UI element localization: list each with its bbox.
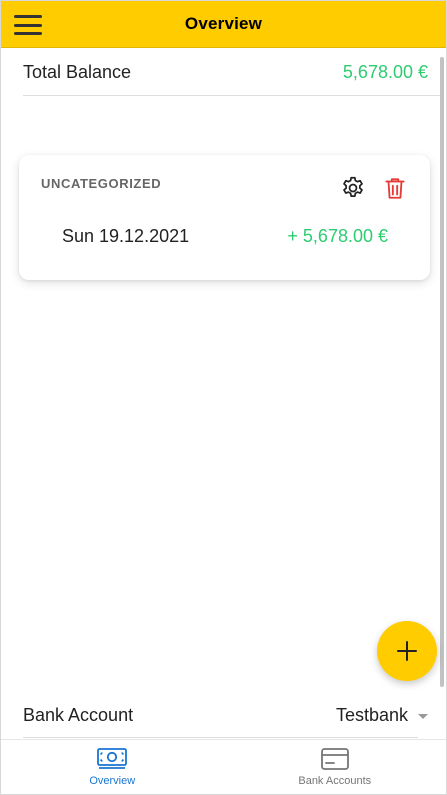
transaction-row[interactable]: Sun 19.12.2021 + 5,678.00 € bbox=[62, 226, 388, 247]
nav-label-bank-accounts: Bank Accounts bbox=[298, 775, 372, 787]
app-screen: Overview Total Balance 5,678.00 € UNCATE… bbox=[0, 0, 447, 795]
bank-account-row: Bank Account Testbank bbox=[23, 691, 428, 739]
total-balance-row: Total Balance 5,678.00 € bbox=[23, 50, 442, 96]
total-balance-value: 5,678.00 € bbox=[342, 62, 428, 82]
bank-account-value: Testbank bbox=[335, 704, 408, 725]
nav-item-bank-accounts[interactable]: Bank Accounts bbox=[224, 740, 447, 794]
nav-label-overview: Overview bbox=[89, 775, 136, 787]
bank-account-select[interactable]: Testbank bbox=[336, 705, 428, 726]
app-header: Overview bbox=[1, 1, 446, 48]
plus-icon bbox=[397, 641, 417, 661]
gear-icon[interactable] bbox=[340, 175, 366, 201]
credit-card-icon bbox=[320, 748, 349, 770]
category-title: UNCATEGORIZED bbox=[41, 176, 162, 191]
page-title: Overview bbox=[184, 14, 263, 33]
chevron-down-icon bbox=[418, 713, 428, 719]
card-actions bbox=[340, 175, 408, 201]
hamburger-menu-icon[interactable] bbox=[14, 15, 42, 35]
bank-account-label: Bank Account bbox=[23, 704, 134, 725]
nav-item-overview[interactable]: Overview bbox=[1, 740, 224, 794]
total-balance-label: Total Balance bbox=[23, 62, 132, 82]
bottom-navigation: Overview Bank Accounts bbox=[1, 739, 446, 794]
transaction-date: Sun 19.12.2021 bbox=[62, 226, 190, 246]
bank-account-underline bbox=[23, 737, 418, 738]
category-card: UNCATEGORIZED Sun 19.12.2021 + 5,678.00 … bbox=[19, 155, 430, 280]
money-icon bbox=[97, 748, 128, 769]
scrollbar[interactable] bbox=[440, 57, 444, 687]
trash-icon[interactable] bbox=[382, 175, 408, 201]
transaction-amount: + 5,678.00 € bbox=[287, 226, 388, 246]
add-transaction-button[interactable] bbox=[377, 621, 437, 681]
